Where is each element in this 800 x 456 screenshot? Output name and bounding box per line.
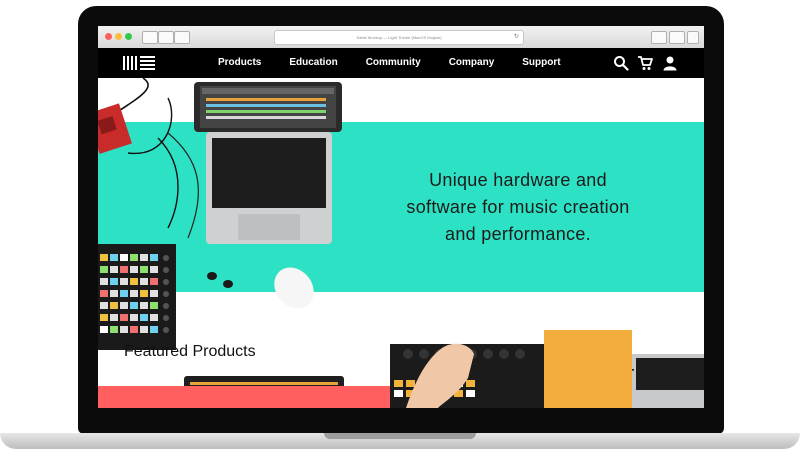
- account-icon[interactable]: [662, 55, 678, 71]
- earbud-image: [207, 272, 217, 280]
- push-controller-image: [390, 343, 546, 408]
- reload-icon[interactable]: ↻: [514, 31, 519, 44]
- address-bar[interactable]: Safari Mockup — Light Theme (MacOS Mojav…: [274, 30, 524, 45]
- featured-products-heading: Featured Products: [124, 343, 256, 360]
- forward-button[interactable]: [158, 31, 174, 44]
- close-window-button[interactable]: [105, 33, 112, 40]
- search-icon[interactable]: [613, 55, 629, 71]
- hero-tagline-line: software for music creation: [406, 197, 630, 217]
- mouse-image: [274, 267, 314, 309]
- main-nav: Products Education Community Company Sup…: [218, 48, 589, 78]
- new-tab-button[interactable]: [687, 31, 699, 44]
- site-header: Products Education Community Company Sup…: [98, 48, 704, 78]
- nav-products[interactable]: Products: [218, 48, 261, 78]
- brand-logo[interactable]: [123, 56, 155, 70]
- featured-yellow-tile[interactable]: [544, 330, 632, 408]
- nav-education[interactable]: Education: [289, 48, 337, 78]
- sidebar-toggle-icon[interactable]: [174, 31, 190, 44]
- hero-tagline-line: Unique hardware and: [429, 170, 607, 190]
- share-icon[interactable]: [651, 31, 667, 44]
- minimize-window-button[interactable]: [115, 33, 122, 40]
- featured-red-band: [98, 386, 390, 408]
- cart-icon[interactable]: [637, 55, 653, 71]
- hero-tagline: Unique hardware and software for music c…: [398, 167, 638, 248]
- audio-interface-image: [98, 103, 132, 154]
- nav-support[interactable]: Support: [522, 48, 560, 78]
- zoom-window-button[interactable]: [125, 33, 132, 40]
- back-button[interactable]: [142, 31, 158, 44]
- laptop-notch: [324, 433, 476, 439]
- nav-company[interactable]: Company: [449, 48, 495, 78]
- tabs-overview-icon[interactable]: [669, 31, 685, 44]
- browser-window: Safari Mockup — Light Theme (MacOS Mojav…: [98, 26, 704, 408]
- pad-controller-image: [98, 244, 176, 350]
- address-bar-text: Safari Mockup — Light Theme (MacOS Mojav…: [356, 35, 442, 40]
- laptop-image: [194, 82, 342, 244]
- hero-tagline-line: and performance.: [445, 224, 591, 244]
- browser-toolbar: Safari Mockup — Light Theme (MacOS Mojav…: [98, 26, 704, 49]
- nav-community[interactable]: Community: [366, 48, 421, 78]
